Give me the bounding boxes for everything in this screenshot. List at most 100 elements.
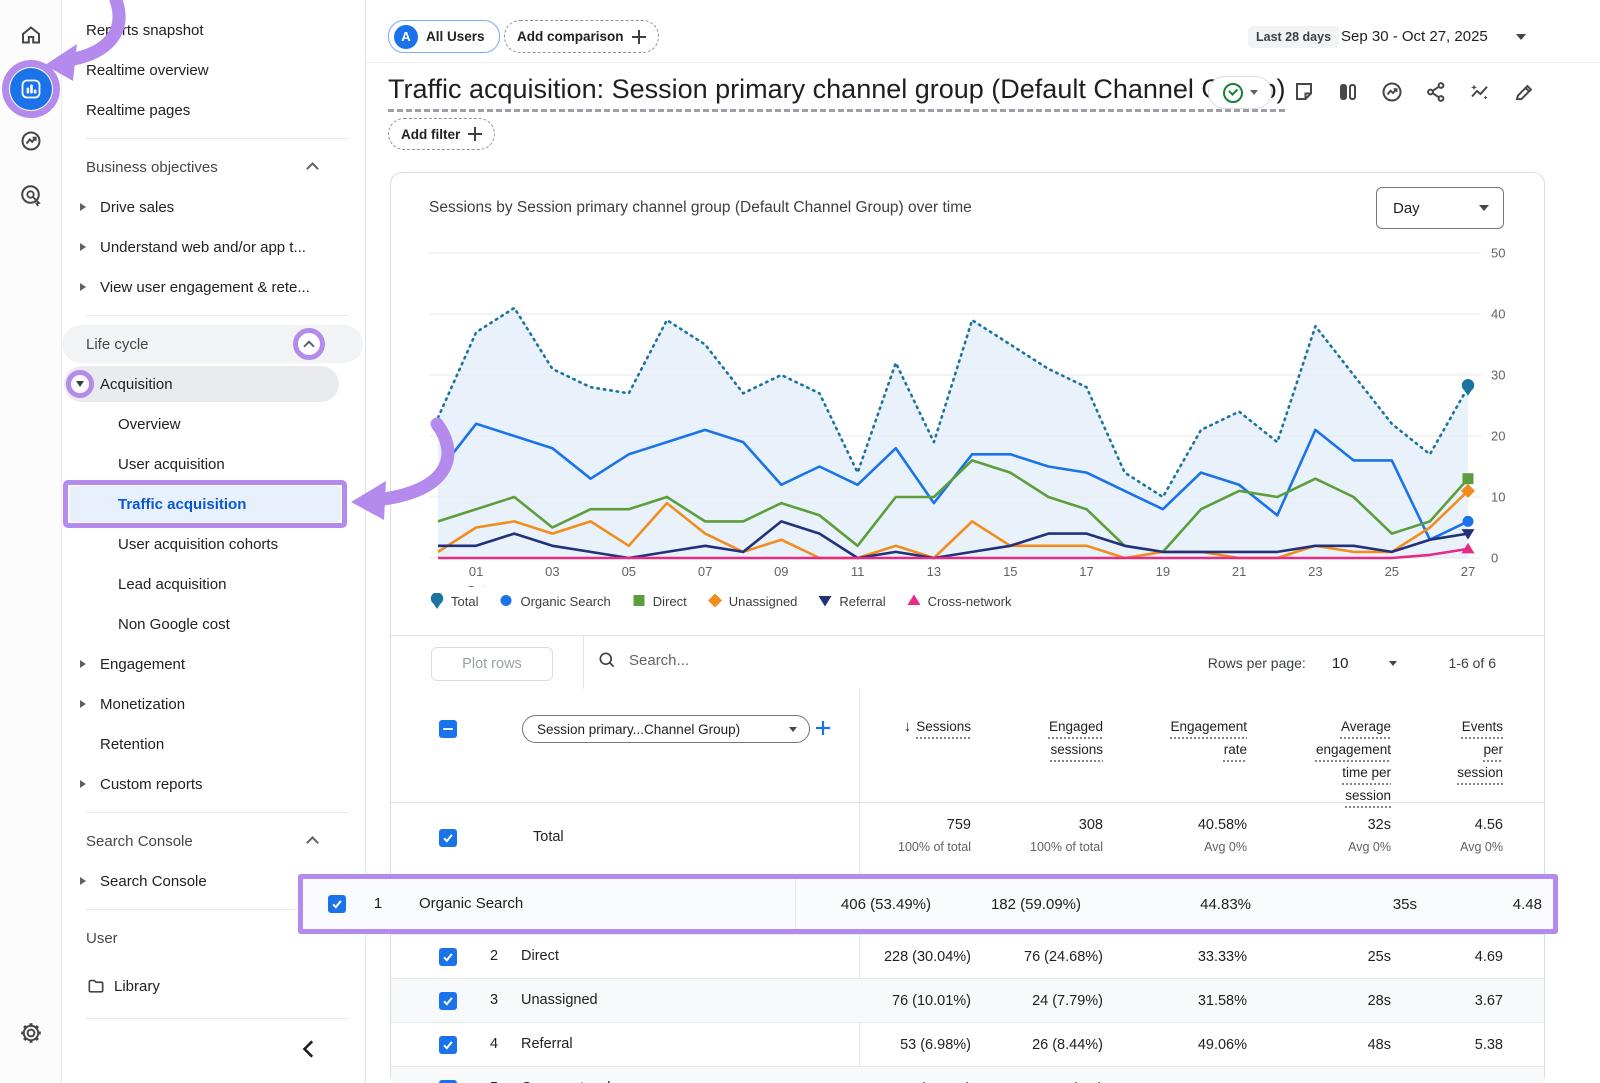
annotation-ring-collapse-chevron — [293, 328, 325, 360]
add-filter-button[interactable]: Add filter — [388, 118, 495, 150]
sidebar-item-lead-acquisition[interactable]: Lead acquisition — [62, 564, 365, 604]
row-checkbox[interactable] — [439, 948, 457, 966]
sidebar-item-engagement[interactable]: Engagement — [62, 644, 365, 684]
toolbar-divider — [583, 636, 584, 689]
row-channel-label: Referral — [521, 1036, 573, 1052]
table-row-referral[interactable]: 4Referral53 (6.98%)26 (8.44%)49.06%48s5.… — [391, 1022, 1544, 1066]
row-checkbox[interactable] — [439, 1036, 457, 1054]
note-icon[interactable] — [1292, 80, 1316, 104]
column-header-sessions[interactable]: ↓Sessions — [859, 689, 971, 807]
caret-down-icon[interactable] — [76, 381, 84, 387]
column-header-average-engagement-time-per-session[interactable]: Averageengagementtime persession — [1247, 689, 1391, 807]
collapse-sidebar-icon[interactable] — [299, 1038, 321, 1060]
row-channel-label: Unassigned — [521, 992, 598, 1008]
sidebar-divider — [86, 1018, 349, 1019]
svg-text:01: 01 — [469, 564, 483, 579]
svg-text:40: 40 — [1491, 307, 1505, 322]
all-users-segment-chip[interactable]: A All Users — [388, 20, 500, 53]
total-metric: 759100% of total — [859, 803, 971, 874]
sidebar-section-business-objectives[interactable]: Business objectives — [62, 147, 365, 187]
legend-item-organic-search[interactable]: Organic Search — [498, 593, 610, 609]
chart-title: Sessions by Session primary channel grou… — [429, 199, 972, 217]
sidebar-item-label: Traffic acquisition — [62, 496, 246, 513]
granularity-value: Day — [1393, 200, 1420, 217]
sidebar-item-label: Search Console — [62, 873, 207, 890]
comparison-bars-icon[interactable] — [1336, 80, 1360, 104]
svg-text:30: 30 — [1491, 368, 1505, 383]
table-row-unassigned[interactable]: 3Unassigned76 (10.01%)24 (7.79%)31.58%28… — [391, 978, 1544, 1022]
add-filter-label: Add filter — [401, 127, 460, 142]
legend-item-unassigned[interactable]: Unassigned — [707, 593, 798, 609]
chevron-up-icon[interactable] — [306, 836, 319, 849]
sidebar-item-custom-reports[interactable]: Custom reports — [62, 764, 365, 804]
table-row-direct[interactable]: 2Direct228 (30.04%)76 (24.68%)33.33%25s4… — [391, 934, 1544, 978]
date-range-badge: Last 28 days — [1248, 26, 1339, 48]
legend-item-direct[interactable]: Direct — [631, 593, 687, 609]
chart-legend: Total Organic Search Direct Unassigned Refer… — [429, 593, 1011, 609]
unassigned-marker-icon — [707, 593, 723, 609]
legend-item-total[interactable]: Total — [429, 593, 478, 609]
row-rank: 2 — [483, 948, 505, 964]
settings-gear-icon[interactable] — [19, 1021, 43, 1045]
sidebar-item-non-google-cost[interactable]: Non Google cost — [62, 604, 365, 644]
reports-nav-icon[interactable] — [10, 68, 52, 110]
sidebar-item-user-acquisition[interactable]: User acquisition — [62, 444, 365, 484]
column-header-engaged-sessions[interactable]: Engagedsessions — [971, 689, 1103, 807]
table-row-organic-search[interactable]: 1Organic Search406 (53.49%)182 (59.09%)4… — [303, 879, 1553, 929]
sidebar-section-search-console[interactable]: Search Console — [62, 821, 365, 861]
sidebar-item-drive-sales[interactable]: Drive sales — [62, 187, 365, 227]
row-checkbox[interactable] — [439, 829, 457, 847]
edit-pencil-icon[interactable] — [1512, 80, 1536, 104]
select-all-checkbox[interactable] — [439, 720, 457, 738]
search-icon — [597, 650, 617, 670]
total-metric: 40.58%Avg 0% — [1103, 803, 1247, 874]
row-checkbox[interactable] — [328, 895, 346, 913]
column-header-engagement-rate[interactable]: Engagementrate — [1103, 689, 1247, 807]
row-checkbox[interactable] — [439, 992, 457, 1010]
table-row-cross-network[interactable]: 5Cross-network1 (0.13%)0 (0%)0%1s1.00 — [391, 1066, 1544, 1083]
sidebar-item-traffic-acquisition[interactable]: Traffic acquisition — [62, 484, 365, 524]
sparkline-insights-icon[interactable] — [1468, 80, 1492, 104]
svg-text:17: 17 — [1079, 564, 1093, 579]
chevron-down-icon — [1479, 205, 1489, 211]
sidebar-item-reports-snapshot[interactable]: Reports snapshot — [62, 10, 365, 50]
legend-item-referral[interactable]: Referral — [817, 593, 885, 609]
insights-icon[interactable] — [1380, 80, 1404, 104]
row-metric: 76 (10.01%) — [859, 993, 971, 1009]
sidebar-item-realtime-overview[interactable]: Realtime overview — [62, 50, 365, 90]
rows-per-page-value[interactable]: 10 — [1332, 655, 1349, 672]
sidebar-item-understand-web-and-or-app-t[interactable]: Understand web and/or app t... — [62, 227, 365, 267]
home-icon[interactable] — [19, 23, 43, 47]
sidebar-item-label: Lead acquisition — [62, 576, 226, 593]
sessions-line-chart: 0102030405001Oct030507091113151719212325… — [429, 235, 1544, 587]
add-dimension-icon[interactable] — [813, 718, 833, 738]
chevron-down-icon[interactable] — [1389, 661, 1397, 666]
sidebar-item-acquisition[interactable]: Acquisition — [62, 364, 365, 404]
share-icon[interactable] — [1424, 80, 1448, 104]
icon-rail — [0, 0, 62, 1083]
sidebar-item-realtime-pages[interactable]: Realtime pages — [62, 90, 365, 130]
sidebar-item-label: Business objectives — [62, 159, 218, 176]
granularity-select[interactable]: Day — [1376, 187, 1504, 229]
chevron-up-icon[interactable] — [303, 340, 314, 351]
chevron-down-icon — [1250, 90, 1258, 95]
sidebar-section-life-cycle[interactable]: Life cycle — [62, 324, 365, 364]
sidebar-item-overview[interactable]: Overview — [62, 404, 365, 444]
chevron-up-icon[interactable] — [306, 162, 319, 175]
sidebar-item-monetization[interactable]: Monetization — [62, 684, 365, 724]
date-range-picker[interactable]: Sep 30 - Oct 27, 2025 — [1341, 28, 1488, 45]
total-label: Total — [533, 829, 564, 845]
dimension-select[interactable]: Session primary...Channel Group) — [522, 715, 810, 743]
report-status-button[interactable] — [1208, 76, 1272, 109]
sidebar-item-view-user-engagement-rete[interactable]: View user engagement & rete... — [62, 267, 365, 307]
table-search-input[interactable] — [629, 652, 929, 669]
plot-rows-button[interactable]: Plot rows — [431, 647, 553, 681]
column-header-events-per-session[interactable]: Eventspersession — [1391, 689, 1503, 807]
sidebar-item-user-acquisition-cohorts[interactable]: User acquisition cohorts — [62, 524, 365, 564]
sidebar-item-retention[interactable]: Retention — [62, 724, 365, 764]
sidebar-item-library[interactable]: Library — [62, 966, 365, 1006]
explore-icon[interactable] — [19, 129, 43, 153]
advertising-icon[interactable] — [19, 183, 43, 207]
add-comparison-button[interactable]: Add comparison — [504, 20, 659, 53]
legend-item-cross-network[interactable]: Cross-network — [906, 593, 1012, 609]
